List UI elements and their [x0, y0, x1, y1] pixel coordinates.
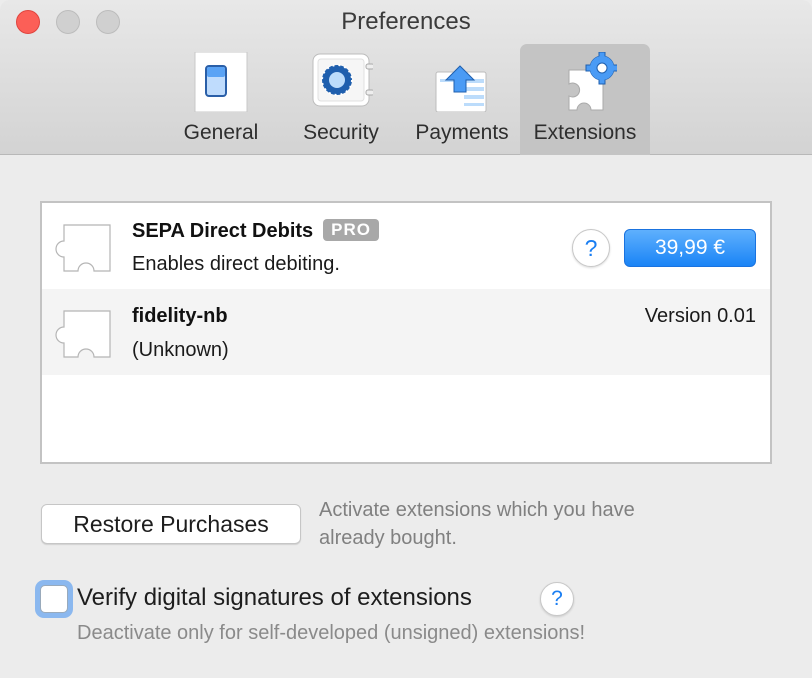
verify-hint: Deactivate only for self-developed (unsi… — [77, 622, 586, 644]
extension-version: Version 0.01 — [644, 305, 756, 327]
preferences-window: Preferences General Security Payments Ex… — [0, 0, 812, 678]
verify-signatures-checkbox[interactable] — [35, 580, 73, 618]
extension-name: fidelity-nb — [132, 305, 228, 327]
extensions-list: SEPA Direct Debits PRO Enables direct deb… — [40, 201, 772, 464]
extension-name: SEPA Direct Debits PRO — [132, 219, 380, 243]
safe-icon — [312, 53, 373, 107]
verify-signatures-label[interactable]: Verify digital signatures of extensions — [77, 584, 472, 612]
switch-icon — [194, 52, 248, 112]
upload-tray-icon — [435, 65, 487, 112]
puzzle-piece-icon — [55, 224, 111, 272]
tab-security[interactable]: Security — [288, 44, 394, 155]
extension-description: Enables direct debiting. — [132, 253, 340, 275]
checkbox-box[interactable] — [40, 585, 68, 613]
buy-button[interactable]: 39,99 € — [624, 229, 756, 267]
restore-hint: Activate extensions which you have alrea… — [319, 499, 635, 549]
tab-payments-label: Payments — [415, 121, 509, 144]
tab-security-label: Security — [303, 121, 379, 144]
tab-general-label: General — [183, 121, 259, 144]
pro-badge: PRO — [323, 219, 380, 241]
toolbar: Preferences General Security Payments Ex… — [0, 0, 812, 155]
help-button[interactable]: ? — [572, 229, 610, 267]
extension-name-text: SEPA Direct Debits — [132, 220, 314, 242]
tab-extensions[interactable]: Extensions — [520, 44, 650, 155]
list-item[interactable]: fidelity-nb (Unknown) Version 0.01 — [42, 289, 770, 375]
list-item[interactable]: SEPA Direct Debits PRO Enables direct deb… — [42, 203, 770, 289]
puzzle-gear-icon — [568, 52, 617, 111]
tab-payments[interactable]: Payments — [406, 44, 518, 155]
tab-general[interactable]: General — [170, 44, 272, 155]
extension-description: (Unknown) — [132, 339, 229, 361]
tab-extensions-label: Extensions — [533, 121, 637, 144]
puzzle-piece-icon — [55, 310, 111, 358]
restore-purchases-button[interactable]: Restore Purchases — [41, 504, 301, 544]
window-title: Preferences — [341, 8, 471, 35]
verify-help-button[interactable]: ? — [540, 582, 574, 616]
